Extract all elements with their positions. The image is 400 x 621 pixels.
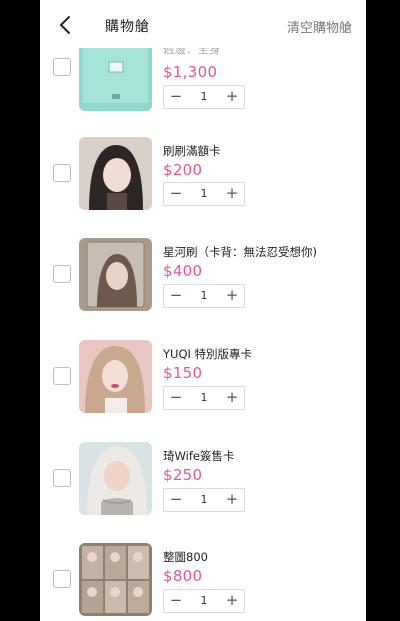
cart-item: YUQI 特別版專卡 $150 − 1 + <box>40 340 366 430</box>
quantity-stepper: − 1 + <box>163 284 245 308</box>
cart-item: 刷刷滿額卡 $200 − 1 + <box>40 137 366 227</box>
increase-button[interactable]: + <box>220 387 244 409</box>
product-thumbnail[interactable] <box>79 38 152 111</box>
decrease-button[interactable]: − <box>164 489 188 511</box>
cart-header: 購物艙 清空購物艙 <box>40 0 366 48</box>
decrease-button[interactable]: − <box>164 590 188 612</box>
quantity-value[interactable]: 1 <box>190 183 218 205</box>
cart-screen: 週邊：全身 $1,300 − 1 + 刷刷滿額卡 $200 − 1 + 星河刷（… <box>40 0 366 621</box>
product-price: $200 <box>163 161 203 179</box>
product-price: $400 <box>163 262 203 280</box>
product-thumbnail[interactable] <box>79 543 152 616</box>
product-name: YUQI 特別版專卡 <box>163 347 253 361</box>
increase-button[interactable]: + <box>220 489 244 511</box>
quantity-value[interactable]: 1 <box>190 285 218 307</box>
decrease-button[interactable]: − <box>164 387 188 409</box>
cart-item: 整圖800 $800 − 1 + <box>40 543 366 621</box>
quantity-value[interactable]: 1 <box>190 489 218 511</box>
item-checkbox[interactable] <box>53 469 71 487</box>
product-price: $150 <box>163 364 203 382</box>
item-checkbox[interactable] <box>53 367 71 385</box>
cart-item: 琦Wife簽售卡 $250 − 1 + <box>40 442 366 532</box>
cart-item: 星河刷（卡背：無法忍受想你) $400 − 1 + <box>40 238 366 328</box>
quantity-stepper: − 1 + <box>163 589 245 613</box>
cart-item: 週邊：全身 $1,300 − 1 + <box>40 38 366 128</box>
product-thumbnail[interactable] <box>79 137 152 210</box>
product-name: 整圖800 <box>163 550 208 564</box>
item-checkbox[interactable] <box>53 164 71 182</box>
product-name: 琦Wife簽售卡 <box>163 449 235 463</box>
item-checkbox[interactable] <box>53 265 71 283</box>
clear-cart-button[interactable]: 清空購物艙 <box>287 17 352 36</box>
quantity-stepper: − 1 + <box>163 386 245 410</box>
increase-button[interactable]: + <box>220 86 244 108</box>
product-price: $800 <box>163 567 203 585</box>
back-arrow-icon[interactable] <box>58 14 72 36</box>
product-name: 刷刷滿額卡 <box>163 144 221 158</box>
product-thumbnail[interactable] <box>79 340 152 413</box>
quantity-stepper: − 1 + <box>163 182 245 206</box>
page-title: 購物艙 <box>105 19 150 35</box>
quantity-value[interactable]: 1 <box>190 387 218 409</box>
quantity-stepper: − 1 + <box>163 85 245 109</box>
decrease-button[interactable]: − <box>164 183 188 205</box>
product-thumbnail[interactable] <box>79 442 152 515</box>
product-thumbnail[interactable] <box>79 238 152 311</box>
decrease-button[interactable]: − <box>164 285 188 307</box>
increase-button[interactable]: + <box>220 590 244 612</box>
decrease-button[interactable]: − <box>164 86 188 108</box>
quantity-value[interactable]: 1 <box>190 590 218 612</box>
increase-button[interactable]: + <box>220 183 244 205</box>
product-price: $250 <box>163 466 203 484</box>
item-checkbox[interactable] <box>53 570 71 588</box>
quantity-value[interactable]: 1 <box>190 86 218 108</box>
product-price: $1,300 <box>163 63 218 81</box>
quantity-stepper: − 1 + <box>163 488 245 512</box>
item-checkbox[interactable] <box>53 58 71 76</box>
increase-button[interactable]: + <box>220 285 244 307</box>
product-name: 星河刷（卡背：無法忍受想你) <box>163 245 317 259</box>
